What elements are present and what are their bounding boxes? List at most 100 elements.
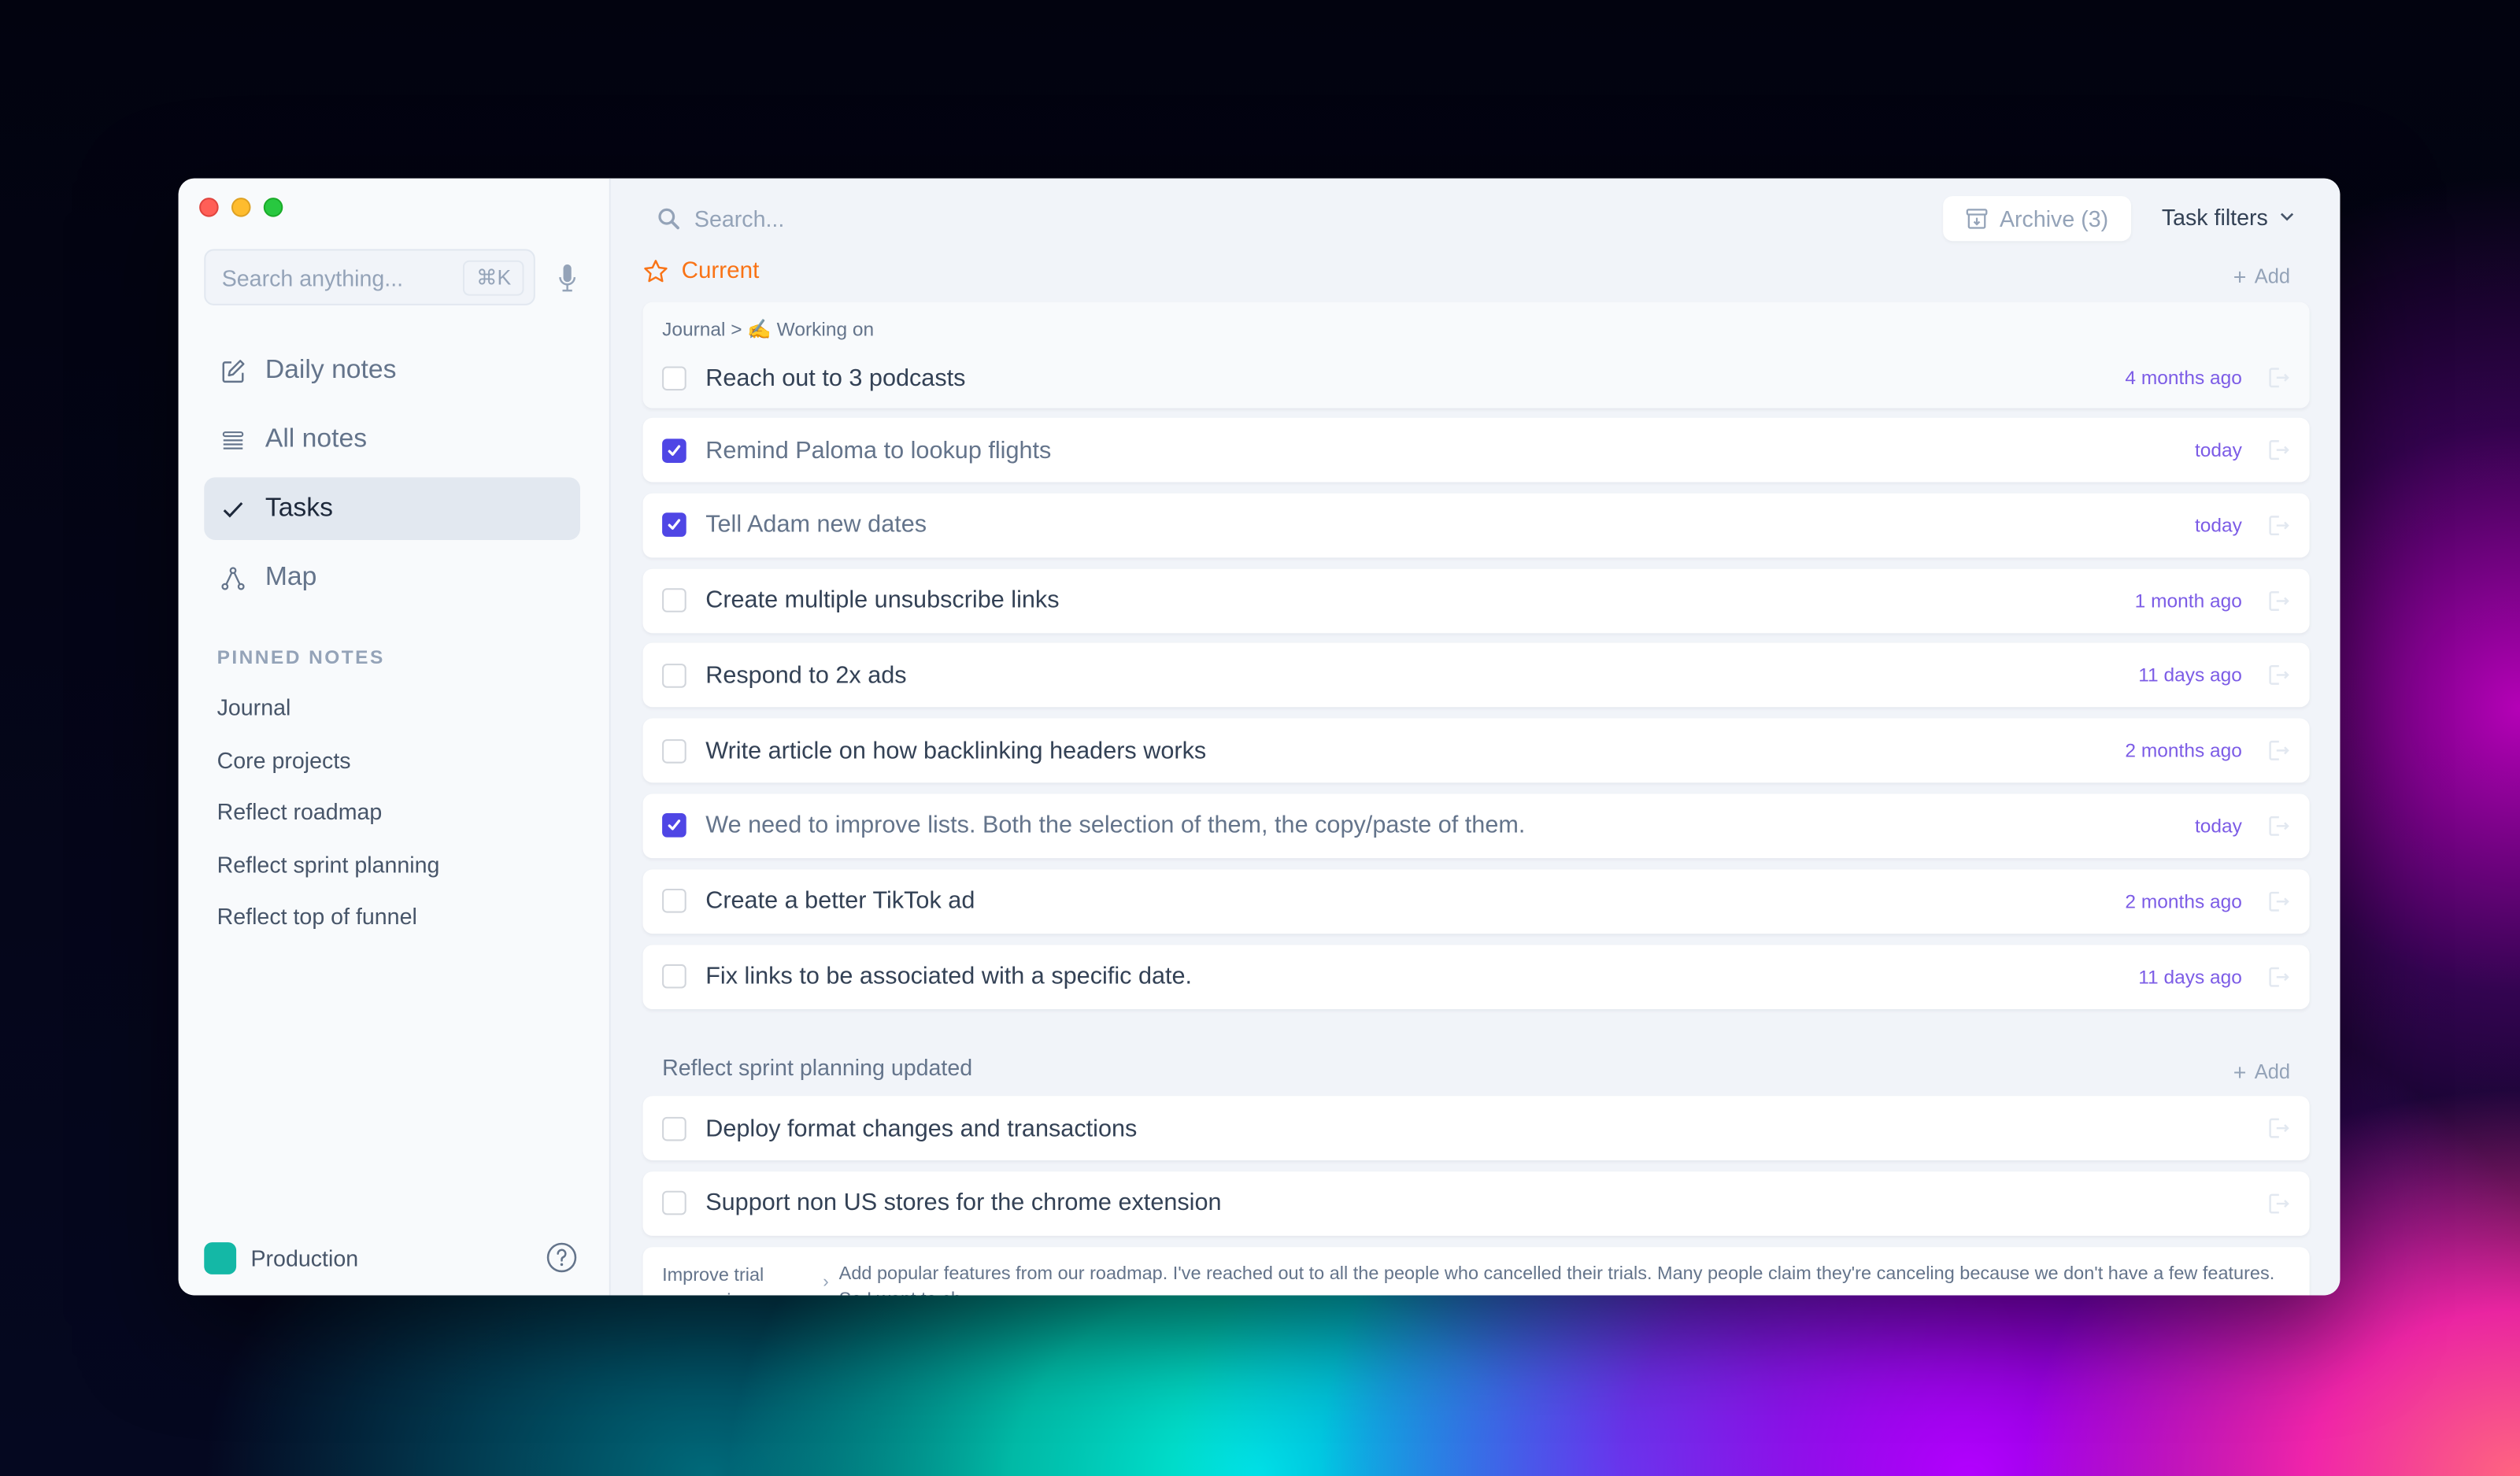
task-checkbox[interactable] — [662, 1115, 686, 1141]
move-task-icon[interactable] — [2268, 589, 2291, 612]
task-checkbox[interactable] — [662, 813, 686, 838]
move-task-icon[interactable] — [2268, 1192, 2291, 1215]
sidebar-item-daily-notes[interactable]: Daily notes — [204, 339, 580, 402]
note-preview-row[interactable]: Improve trial conversion › Add popular f… — [642, 1246, 2310, 1296]
task-text[interactable]: Write article on how backlinking headers… — [705, 737, 2125, 764]
note-preview-body: Add popular features from our roadmap. I… — [838, 1263, 2275, 1296]
pinned-notes-heading: PINNED NOTES — [216, 646, 385, 669]
sidebar-item-map[interactable]: Map — [204, 546, 580, 609]
move-task-icon[interactable] — [2268, 1117, 2291, 1140]
task-date[interactable]: 11 days ago — [2138, 965, 2242, 988]
add-task-button-sprint[interactable]: + Add — [2233, 1059, 2290, 1085]
task-text[interactable]: Deploy format changes and transactions — [705, 1115, 2242, 1142]
task-date[interactable]: 2 months ago — [2125, 739, 2241, 762]
task-row: Deploy format changes and transactions — [642, 1096, 2310, 1160]
task-checkbox[interactable] — [662, 889, 686, 914]
sidebar-item-label: Map — [265, 562, 317, 592]
move-task-icon[interactable] — [2268, 664, 2291, 687]
task-text[interactable]: Support non US stores for the chrome ext… — [705, 1189, 2242, 1217]
sidebar: Search anything... ⌘K Daily notes All no… — [178, 178, 611, 1296]
zoom-window-button[interactable] — [263, 198, 283, 217]
sidebar-item-label: Daily notes — [265, 355, 397, 384]
topbar: Search... Archive (3) Task filters — [611, 179, 2341, 259]
task-row: Tell Adam new dates today — [642, 493, 2310, 557]
section-title-sprint: Reflect sprint planning updated — [662, 1054, 973, 1080]
task-checkbox[interactable] — [662, 512, 686, 538]
task-group-card: Journal > ✍️ Working on Reach out to 3 p… — [642, 301, 2310, 409]
task-date[interactable]: 11 days ago — [2138, 664, 2242, 687]
sidebar-item-tasks[interactable]: Tasks — [204, 477, 580, 540]
list-icon — [220, 427, 246, 453]
add-label: Add — [2254, 264, 2291, 288]
task-row: Create a better TikTok ad 2 months ago — [642, 869, 2310, 934]
help-circle-icon[interactable] — [546, 1242, 577, 1273]
pinned-note-core-projects[interactable]: Core projects — [217, 742, 440, 793]
plus-icon: + — [2233, 1059, 2247, 1086]
checkmark-icon — [668, 520, 681, 531]
section-header-current: Current — [643, 258, 760, 285]
workspace-switcher[interactable]: Production — [204, 1242, 358, 1274]
pinned-note-reflect-sprint-planning[interactable]: Reflect sprint planning — [217, 846, 440, 898]
note-preview-title: Improve trial conversion — [662, 1265, 764, 1296]
app-window: Search anything... ⌘K Daily notes All no… — [178, 178, 2341, 1296]
pinned-note-reflect-roadmap[interactable]: Reflect roadmap — [217, 794, 440, 846]
task-date[interactable]: 4 months ago — [2125, 366, 2241, 389]
task-text[interactable]: Remind Paloma to lookup flights — [705, 436, 2195, 464]
move-task-icon[interactable] — [2268, 890, 2291, 913]
add-task-button-current[interactable]: + Add — [2233, 264, 2290, 290]
task-search-placeholder: Search... — [694, 205, 785, 231]
task-date[interactable]: today — [2195, 815, 2242, 838]
move-task-icon[interactable] — [2268, 438, 2291, 461]
task-breadcrumb[interactable]: Journal > ✍️ Working on — [643, 302, 2310, 347]
task-text[interactable]: Create multiple unsubscribe links — [705, 586, 2134, 614]
close-window-button[interactable] — [199, 198, 219, 217]
task-date[interactable]: 1 month ago — [2135, 589, 2242, 612]
sidebar-item-label: All notes — [265, 424, 368, 453]
check-icon — [220, 496, 246, 522]
task-checkbox[interactable] — [662, 438, 686, 462]
task-checkbox[interactable] — [662, 365, 686, 390]
star-icon — [644, 260, 668, 283]
task-text[interactable]: Tell Adam new dates — [705, 512, 2195, 539]
task-text[interactable]: Fix links to be associated with a specif… — [705, 963, 2138, 990]
task-date[interactable]: today — [2195, 438, 2242, 461]
move-task-icon[interactable] — [2268, 965, 2291, 988]
task-text[interactable]: Respond to 2x ads — [705, 662, 2138, 690]
task-text[interactable]: Create a better TikTok ad — [705, 887, 2125, 915]
graph-icon — [220, 565, 246, 591]
task-search-input[interactable]: Search... — [657, 205, 784, 231]
task-checkbox[interactable] — [662, 588, 686, 613]
chevron-right-icon: › — [823, 1272, 829, 1292]
checkmark-icon — [668, 444, 681, 455]
task-checkbox[interactable] — [662, 738, 686, 764]
sidebar-item-all-notes[interactable]: All notes — [204, 409, 580, 472]
task-row: Support non US stores for the chrome ext… — [642, 1171, 2310, 1236]
chevron-down-icon — [2281, 213, 2294, 221]
add-label: Add — [2254, 1060, 2291, 1083]
move-task-icon[interactable] — [2268, 815, 2291, 838]
move-task-icon[interactable] — [2268, 739, 2291, 762]
microphone-icon[interactable] — [557, 264, 576, 293]
move-task-icon[interactable] — [2268, 514, 2291, 537]
task-date[interactable]: today — [2195, 514, 2242, 537]
pinned-note-reflect-top-of-funnel[interactable]: Reflect top of funnel — [217, 898, 440, 950]
section-header-sprint: Reflect sprint planning updated — [643, 1054, 973, 1080]
task-checkbox[interactable] — [662, 1191, 686, 1215]
sidebar-item-label: Tasks — [265, 493, 333, 523]
archive-button[interactable]: Archive (3) — [1943, 196, 2132, 242]
task-checkbox[interactable] — [662, 964, 686, 989]
task-row: We need to improve lists. Both the selec… — [642, 793, 2310, 859]
sidebar-search-input[interactable]: Search anything... ⌘K — [204, 249, 535, 305]
task-checkbox[interactable] — [662, 663, 686, 688]
task-date[interactable]: 2 months ago — [2125, 890, 2241, 913]
task-text[interactable]: We need to improve lists. Both the selec… — [705, 812, 2195, 840]
task-text[interactable]: Reach out to 3 podcasts — [705, 364, 2125, 391]
window-controls — [199, 198, 283, 217]
workspace-name: Production — [250, 1245, 359, 1271]
section-title-current: Current — [681, 258, 760, 285]
minimize-window-button[interactable] — [231, 198, 251, 217]
move-task-icon[interactable] — [2268, 366, 2291, 389]
task-filters-dropdown[interactable]: Task filters — [2162, 204, 2296, 230]
pinned-note-journal[interactable]: Journal — [217, 690, 440, 742]
workspace-color-swatch — [204, 1242, 237, 1274]
